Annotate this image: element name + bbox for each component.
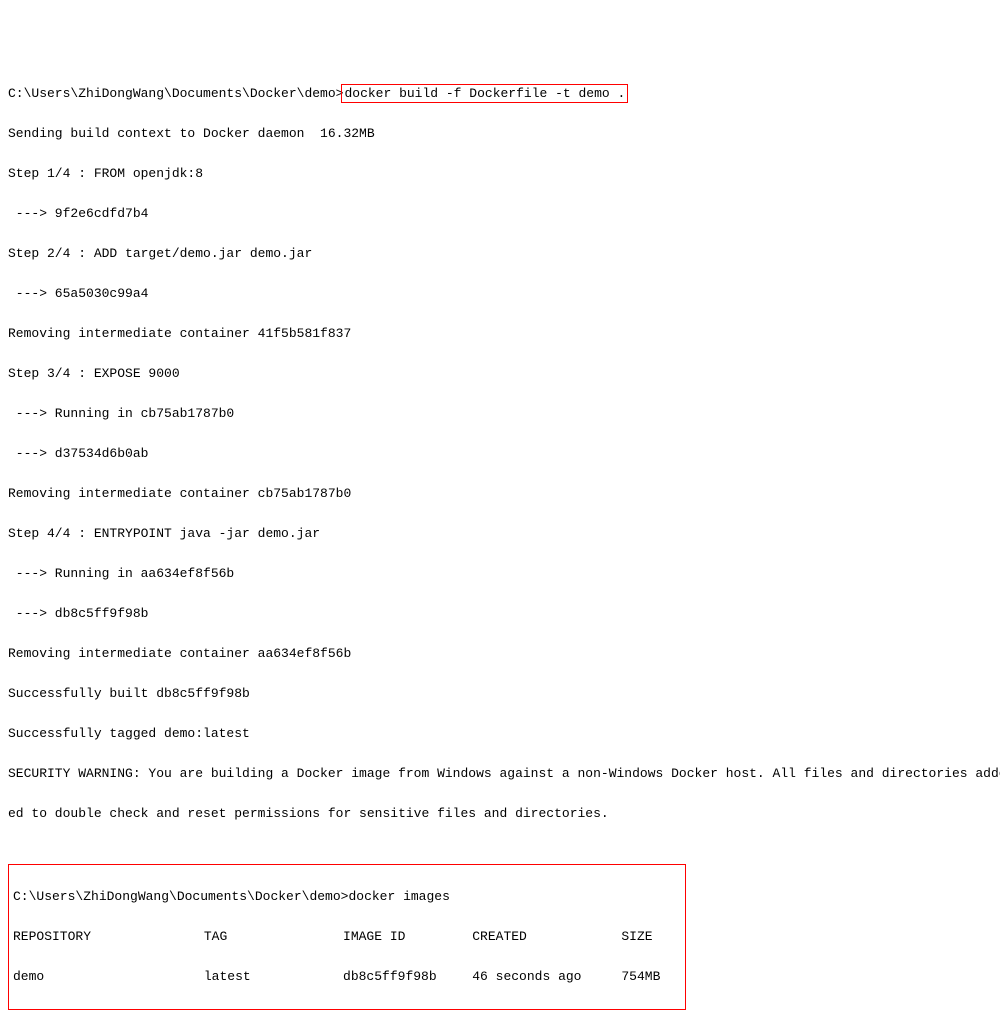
table-cell: db8c5ff9f98b bbox=[343, 967, 472, 987]
table-header-row: REPOSITORYTAGIMAGE IDCREATEDSIZE bbox=[13, 927, 681, 947]
output-line: Step 2/4 : ADD target/demo.jar demo.jar bbox=[8, 244, 992, 264]
highlighted-block-2: C:\Users\ZhiDongWang\Documents\Docker\de… bbox=[8, 864, 686, 1010]
output-line: Sending build context to Docker daemon 1… bbox=[8, 124, 992, 144]
table-header: REPOSITORY bbox=[13, 927, 204, 947]
output-line: ---> db8c5ff9f98b bbox=[8, 604, 992, 624]
table-header: CREATED bbox=[472, 927, 621, 947]
output-line: Successfully built db8c5ff9f98b bbox=[8, 684, 992, 704]
table-row: demolatestdb8c5ff9f98b46 seconds ago754M… bbox=[13, 967, 681, 987]
output-line: Removing intermediate container aa634ef8… bbox=[8, 644, 992, 664]
output-line: ---> Running in aa634ef8f56b bbox=[8, 564, 992, 584]
table-header: IMAGE ID bbox=[343, 927, 472, 947]
prompt-path: C:\Users\ZhiDongWang\Documents\Docker\de… bbox=[13, 889, 348, 904]
output-line: ed to double check and reset permissions… bbox=[8, 804, 992, 824]
command-2: docker images bbox=[348, 889, 449, 904]
table-header: SIZE bbox=[621, 927, 681, 947]
output-line: ---> Running in cb75ab1787b0 bbox=[8, 404, 992, 424]
output-line: Successfully tagged demo:latest bbox=[8, 724, 992, 744]
prompt-path: C:\Users\ZhiDongWang\Documents\Docker\de… bbox=[8, 86, 343, 101]
output-line: ---> d37534d6b0ab bbox=[8, 444, 992, 464]
table-cell: demo bbox=[13, 967, 204, 987]
output-line: Removing intermediate container cb75ab17… bbox=[8, 484, 992, 504]
highlighted-command-1: docker build -f Dockerfile -t demo . bbox=[341, 84, 628, 103]
prompt-line-1: C:\Users\ZhiDongWang\Documents\Docker\de… bbox=[8, 84, 992, 104]
table-header: TAG bbox=[204, 927, 343, 947]
output-line: ---> 65a5030c99a4 bbox=[8, 284, 992, 304]
table-cell: latest bbox=[204, 967, 343, 987]
prompt-line-2: C:\Users\ZhiDongWang\Documents\Docker\de… bbox=[13, 887, 681, 907]
output-line: Removing intermediate container 41f5b581… bbox=[8, 324, 992, 344]
output-line: Step 4/4 : ENTRYPOINT java -jar demo.jar bbox=[8, 524, 992, 544]
output-line: ---> 9f2e6cdfd7b4 bbox=[8, 204, 992, 224]
output-line: Step 1/4 : FROM openjdk:8 bbox=[8, 164, 992, 184]
output-line: SECURITY WARNING: You are building a Doc… bbox=[8, 764, 992, 784]
table-cell: 46 seconds ago bbox=[472, 967, 621, 987]
output-line: Step 3/4 : EXPOSE 9000 bbox=[8, 364, 992, 384]
table-cell: 754MB bbox=[621, 967, 681, 987]
